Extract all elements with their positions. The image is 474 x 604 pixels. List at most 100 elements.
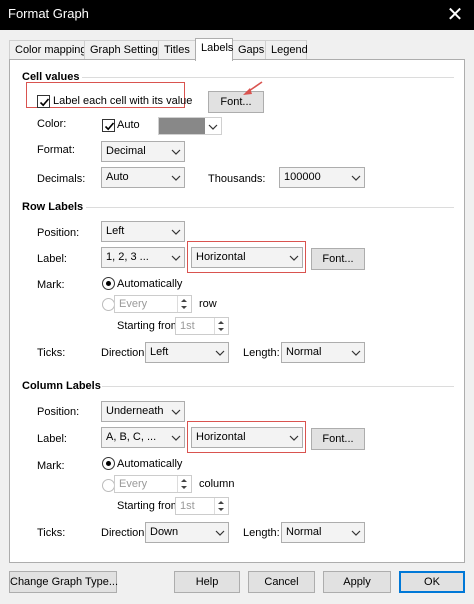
row-orientation-value: Horizontal (196, 251, 246, 263)
row-mark-auto-label: Automatically (117, 278, 183, 290)
row-orientation-select[interactable]: Horizontal (191, 247, 303, 268)
format-label: Format: (37, 144, 75, 156)
col-orientation-select[interactable]: Horizontal (191, 427, 303, 448)
row-every-stepper[interactable]: Every (114, 295, 192, 313)
chevron-down-icon (289, 433, 299, 443)
row-length-value: Normal (286, 346, 322, 358)
chevron-down-icon (215, 528, 225, 538)
col-position-label: Position: (37, 406, 80, 418)
col-direction-value: Down (150, 526, 179, 538)
check-icon (104, 121, 115, 132)
col-starting-from-stepper[interactable]: 1st (175, 497, 229, 515)
row-length-label: Length: (243, 347, 280, 359)
section-divider (82, 77, 454, 78)
row-labels-title: Row Labels (22, 201, 84, 213)
format-select[interactable]: Decimal (101, 141, 185, 162)
row-position-value: Left (106, 225, 125, 237)
apply-button[interactable]: Apply (323, 571, 391, 593)
col-direction-select[interactable]: Down (145, 522, 229, 543)
row-label-select[interactable]: 1, 2, 3 ... (101, 247, 185, 268)
tab-legend[interactable]: Legend (265, 40, 308, 60)
row-mark-label: Mark: (37, 279, 65, 291)
row-position-label: Position: (37, 227, 80, 239)
color-picker[interactable] (158, 117, 222, 135)
col-position-select[interactable]: Underneath (101, 401, 185, 422)
change-graph-type-button[interactable]: Change Graph Type... (9, 571, 118, 593)
label-each-cell-checkbox[interactable] (37, 95, 50, 108)
chevron-down-icon (171, 147, 181, 157)
decimals-label: Decimals: (37, 173, 86, 185)
color-auto-checkbox[interactable] (102, 119, 115, 132)
tab-graph-settings[interactable]: Graph Settings (84, 40, 163, 60)
row-length-select[interactable]: Normal (281, 342, 365, 363)
spinner-arrows-icon[interactable] (214, 318, 228, 334)
cancel-button[interactable]: Cancel (248, 571, 315, 593)
thousands-label: Thousands: (208, 173, 266, 185)
tab-gaps[interactable]: Gaps (232, 40, 266, 60)
row-mark-auto-radio[interactable] (102, 277, 115, 290)
column-labels-title: Column Labels (22, 380, 101, 392)
tab-color-mapping[interactable]: Color mapping (9, 40, 87, 60)
row-starting-from-label: Starting from (117, 320, 180, 332)
row-direction-select[interactable]: Left (145, 342, 229, 363)
chevron-down-icon (351, 173, 361, 183)
col-starting-from-label: Starting from (117, 500, 180, 512)
col-label-select[interactable]: A, B, C, ... (101, 427, 185, 448)
section-divider (102, 386, 454, 387)
row-starting-from-value: 1st (180, 320, 195, 332)
col-label-label: Label: (37, 433, 67, 445)
help-button[interactable]: Help (174, 571, 240, 593)
row-mark-unit-label: row (199, 298, 217, 310)
chevron-down-icon (289, 253, 299, 263)
labels-panel: Cell values Label each cell with its val… (9, 59, 465, 563)
col-ticks-label: Ticks: (37, 527, 66, 539)
col-starting-from-value: 1st (180, 500, 195, 512)
thousands-select[interactable]: 100000 (279, 167, 365, 188)
col-mark-label: Mark: (37, 460, 65, 472)
tab-titles[interactable]: Titles (158, 40, 196, 60)
check-icon (39, 97, 50, 108)
row-label-value: 1, 2, 3 ... (106, 251, 149, 263)
col-position-value: Underneath (106, 405, 164, 417)
row-ticks-label: Ticks: (37, 347, 66, 359)
chevron-down-icon (171, 253, 181, 263)
row-direction-value: Left (150, 346, 169, 358)
col-mark-auto-label: Automatically (117, 458, 183, 470)
red-arrow-icon (243, 81, 263, 95)
tab-labels[interactable]: Labels (195, 38, 233, 61)
row-font-button[interactable]: Font... (311, 248, 365, 270)
row-starting-from-stepper[interactable]: 1st (175, 317, 229, 335)
col-length-value: Normal (286, 526, 322, 538)
col-every-stepper[interactable]: Every (114, 475, 192, 493)
chevron-down-icon (171, 433, 181, 443)
spinner-arrows-icon[interactable] (214, 498, 228, 514)
row-label-label: Label: (37, 253, 67, 265)
spinner-arrows-icon[interactable] (177, 476, 191, 492)
section-divider (86, 207, 454, 208)
decimals-select[interactable]: Auto (101, 167, 185, 188)
close-icon[interactable]: ✕ (442, 2, 468, 28)
row-position-select[interactable]: Left (101, 221, 185, 242)
spinner-arrows-icon[interactable] (177, 296, 191, 312)
chevron-down-icon (351, 348, 361, 358)
thousands-value: 100000 (284, 171, 321, 183)
chevron-down-icon (208, 122, 218, 132)
chevron-down-icon (215, 348, 225, 358)
label-each-cell-label: Label each cell with its value (53, 95, 193, 107)
decimals-value: Auto (106, 171, 129, 183)
col-direction-label: Direction: (101, 527, 148, 539)
ok-button[interactable]: OK (399, 571, 465, 593)
col-font-button[interactable]: Font... (311, 428, 365, 450)
title-bar: Format Graph ✕ (0, 0, 474, 30)
chevron-down-icon (171, 173, 181, 183)
chevron-down-icon (351, 528, 361, 538)
chevron-down-icon (171, 407, 181, 417)
color-swatch (159, 118, 205, 134)
row-direction-label: Direction: (101, 347, 148, 359)
dialog-body: Color mapping Graph Settings Titles Labe… (0, 30, 474, 604)
col-orientation-value: Horizontal (196, 431, 246, 443)
col-every-value: Every (119, 478, 148, 490)
col-mark-auto-radio[interactable] (102, 457, 115, 470)
color-label: Color: (37, 118, 67, 130)
col-length-select[interactable]: Normal (281, 522, 365, 543)
